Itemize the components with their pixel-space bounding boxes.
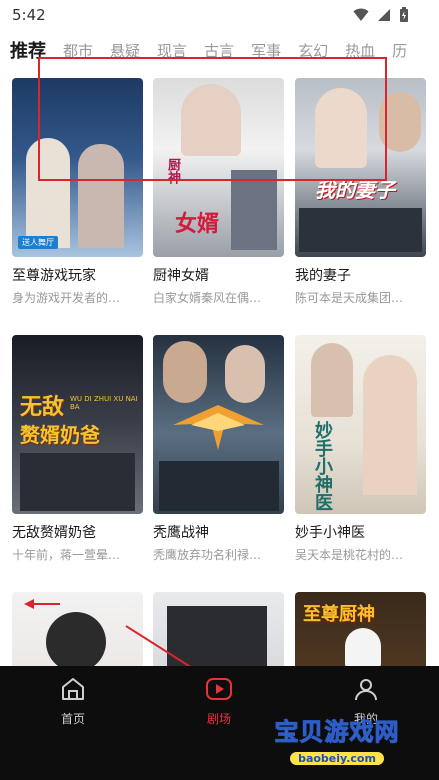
play-icon <box>206 678 232 700</box>
nav-home-label: 首页 <box>60 712 85 726</box>
watermark-url: baobeiy.com <box>290 752 384 765</box>
watermark-title: 宝贝游戏网 <box>274 718 400 747</box>
nav-theater[interactable]: 剧场 <box>189 676 249 727</box>
user-icon <box>355 679 377 701</box>
nav-home[interactable]: 首页 <box>43 676 103 727</box>
watermark-logo: 宝贝游戏网 baobeiy.com <box>262 712 412 766</box>
annotation-arrow-icon <box>24 599 212 681</box>
home-icon <box>62 678 84 700</box>
nav-theater-label: 剧场 <box>206 712 231 726</box>
